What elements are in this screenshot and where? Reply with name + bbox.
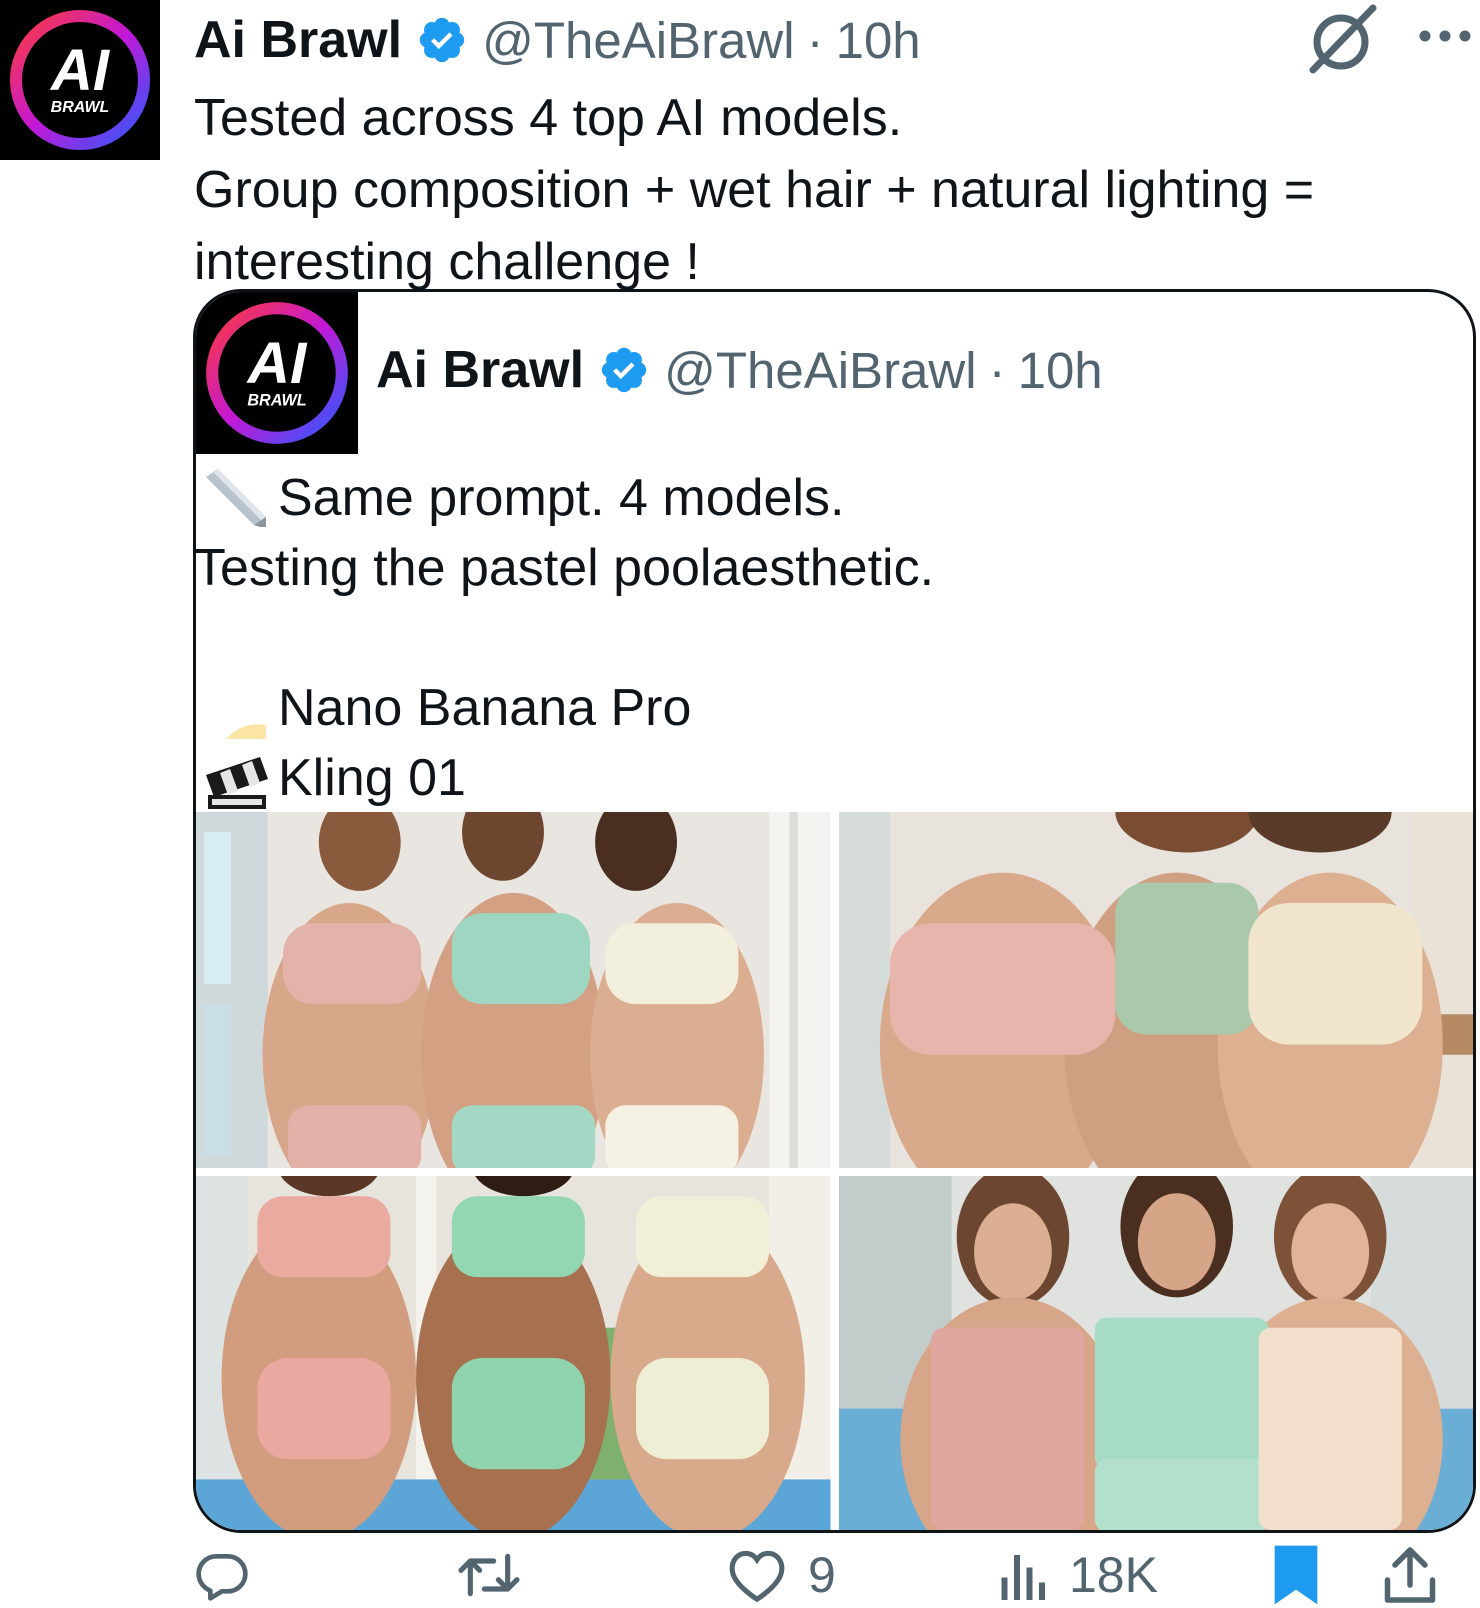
separator: · xyxy=(806,11,824,69)
quoted-tweet-header: Ai Brawl @TheAiBrawl · 10h xyxy=(376,338,1103,402)
ai-brawl-logo-icon: AI BRAWL xyxy=(10,10,150,150)
share-button[interactable] xyxy=(1382,1542,1438,1608)
quoted-line: Kling 01 xyxy=(196,742,466,814)
tweet-text: Tested across 4 top AI models. Group com… xyxy=(194,89,1315,291)
quoted-line: Testing the pastel poolaesthetic. xyxy=(194,532,935,604)
bookmark-icon xyxy=(1274,1545,1318,1605)
views-button[interactable]: 18K xyxy=(999,1542,1158,1608)
media-image-2[interactable] xyxy=(838,812,1473,1168)
clapperboard-icon xyxy=(196,742,278,814)
views-icon xyxy=(1001,1555,1045,1600)
quoted-handle[interactable]: @TheAiBrawl xyxy=(664,341,977,400)
ai-brawl-logo-icon: AI BRAWL xyxy=(206,302,348,444)
share-icon xyxy=(1384,1547,1436,1603)
svg-text:AI: AI xyxy=(49,38,111,103)
media-grid xyxy=(196,812,1473,1530)
bookmark-button[interactable] xyxy=(1272,1542,1320,1608)
author-avatar[interactable]: AI BRAWL xyxy=(0,0,160,160)
like-count: 9 xyxy=(808,1547,836,1603)
timestamp[interactable]: 10h xyxy=(836,11,921,70)
tweet-action-bar: 9 18K xyxy=(194,1542,1476,1608)
quoted-tweet-card[interactable]: AI BRAWL Ai Brawl @TheAiBrawl · 10h Same xyxy=(193,289,1476,1533)
photo-image xyxy=(196,812,831,1168)
photo-image xyxy=(196,1176,831,1530)
media-image-4[interactable] xyxy=(838,1176,1473,1530)
banana-icon xyxy=(196,672,278,744)
views-count: 18K xyxy=(1069,1547,1158,1603)
media-image-1[interactable] xyxy=(196,812,831,1168)
photo-image xyxy=(838,812,1473,1168)
quoted-author-avatar[interactable]: AI BRAWL xyxy=(196,292,358,454)
display-name[interactable]: Ai Brawl xyxy=(194,10,402,70)
quoted-timestamp[interactable]: 10h xyxy=(1018,341,1103,400)
separator: · xyxy=(988,341,1006,399)
reply-icon xyxy=(196,1554,248,1601)
quoted-line-text: Kling 01 xyxy=(278,749,466,807)
retweet-button[interactable] xyxy=(456,1542,542,1608)
quoted-line: Same prompt. 4 models. xyxy=(196,462,844,534)
retweet-icon xyxy=(458,1553,520,1597)
verified-badge-icon xyxy=(598,344,650,396)
svg-text:BRAWL: BRAWL xyxy=(247,391,306,409)
quoted-display-name[interactable]: Ai Brawl xyxy=(376,340,584,400)
svg-text:AI: AI xyxy=(246,331,308,396)
handle[interactable]: @TheAiBrawl xyxy=(482,11,795,70)
quoted-line-text: Nano Banana Pro xyxy=(278,679,692,737)
more-options-icon[interactable] xyxy=(1417,26,1473,46)
quoted-line-text: Same prompt. 4 models. xyxy=(278,469,845,527)
svg-text:BRAWL: BRAWL xyxy=(51,99,110,116)
verified-badge-icon xyxy=(416,14,468,66)
like-button[interactable]: 9 xyxy=(726,1542,836,1608)
pencil-icon xyxy=(196,462,278,534)
quoted-line-text: Testing the pastel poolaesthetic. xyxy=(194,539,935,597)
quoted-line: Nano Banana Pro xyxy=(196,672,691,744)
tweet-header: Ai Brawl @TheAiBrawl · 10h xyxy=(194,8,921,72)
photo-image xyxy=(838,1176,1473,1530)
reply-button[interactable] xyxy=(194,1542,270,1608)
grok-icon[interactable] xyxy=(1305,2,1381,78)
media-image-3[interactable] xyxy=(196,1176,831,1530)
heart-icon xyxy=(729,1550,785,1603)
